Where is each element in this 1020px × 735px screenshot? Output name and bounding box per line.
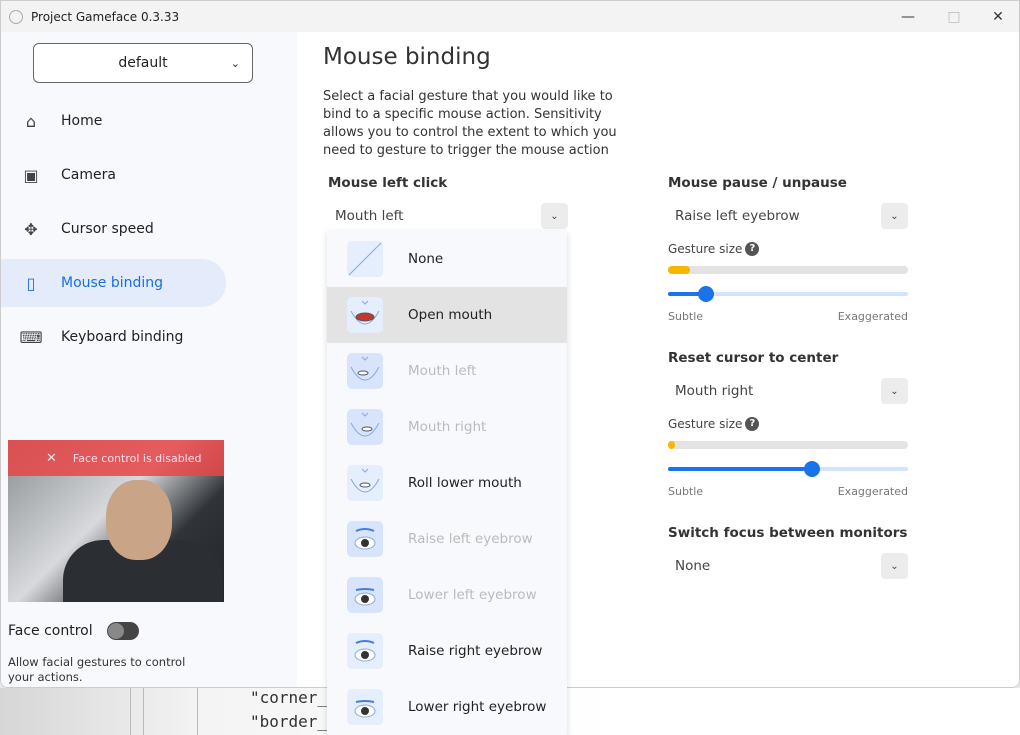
sidebar-item-label: Camera (61, 167, 116, 183)
move-icon: ✥ (24, 219, 38, 239)
gesture-thumbnail-icon (347, 297, 383, 333)
gesture-size-label: Gesture size (668, 417, 743, 431)
min-label: Subtle (668, 310, 704, 323)
select-value: Mouth right (675, 383, 754, 399)
select-value: Raise left eyebrow (675, 208, 800, 224)
option-label: Roll lower mouth (408, 475, 522, 491)
background-code-line: "corner_r (250, 688, 337, 707)
chevron-down-icon: ⌄ (230, 56, 240, 70)
select-value: None (675, 558, 711, 574)
sidebar-item-cursor-speed[interactable]: ✥ Cursor speed (1, 205, 226, 253)
close-icon[interactable]: ✕ (46, 451, 57, 466)
sidebar-item-mouse-binding[interactable]: ▯ Mouse binding (1, 259, 226, 307)
gesture-thumbnail-icon (347, 577, 383, 613)
chevron-down-icon[interactable]: ⌄ (881, 203, 908, 229)
profile-select[interactable]: default ⌄ (33, 43, 253, 83)
dropdown-option: Mouth left (327, 343, 567, 399)
page-description: Select a facial gesture that you would l… (323, 89, 617, 158)
pause-gesture-select[interactable]: Raise left eyebrow ⌄ (668, 202, 908, 230)
camera-preview: ✕ Face control is disabled (8, 440, 224, 602)
window-title: Project Gameface 0.3.33 (31, 9, 180, 24)
max-label: Exaggerated (837, 310, 908, 323)
dropdown-option[interactable]: Open mouth (327, 287, 567, 343)
minimize-button[interactable]: — (885, 1, 931, 32)
left-click-label: Mouse left click (328, 175, 448, 191)
option-label: Lower right eyebrow (408, 699, 547, 715)
face-control-description: Allow facial gestures to control your ac… (8, 655, 186, 684)
face-control-toggle[interactable] (106, 622, 139, 640)
option-label: Mouth right (408, 419, 487, 435)
close-button[interactable]: ✕ (975, 1, 1019, 32)
slider-handle[interactable] (698, 286, 715, 302)
dropdown-option[interactable]: Roll lower mouth (327, 455, 567, 511)
gesture-thumbnail-icon (347, 633, 383, 669)
sidebar-item-label: Cursor speed (61, 221, 154, 237)
background-code-line: "border_w (250, 712, 337, 731)
keyboard-icon: ⌨ (19, 327, 43, 347)
slider-handle[interactable] (804, 461, 820, 477)
option-label: Open mouth (408, 307, 493, 323)
face-control-disabled-banner: ✕ Face control is disabled (8, 440, 224, 476)
gesture-thumbnail-icon (347, 689, 383, 725)
banner-text: Face control is disabled (72, 451, 202, 465)
dropdown-option[interactable]: Raise right eyebrow (327, 623, 567, 679)
dropdown-option[interactable]: None (327, 231, 567, 287)
gesture-thumbnail-icon (347, 521, 383, 557)
sensitivity-slider[interactable] (668, 286, 908, 302)
sidebar-item-keyboard-binding[interactable]: ⌨ Keyboard binding (1, 313, 226, 361)
gesture-thumbnail-icon (347, 241, 383, 277)
binding-label: Switch focus between monitors (668, 525, 908, 541)
sidebar: default ⌄ ⌂ Home ▣ Camera ✥ Cursor speed ▯ Mo… (1, 32, 297, 687)
help-icon[interactable]: ? (745, 417, 760, 431)
gesture-level-bar (668, 266, 908, 274)
title-bar: Project Gameface 0.3.33 — □ ✕ (1, 1, 1019, 32)
reset-gesture-select[interactable]: Mouth right ⌄ (668, 377, 908, 405)
help-icon[interactable]: ? (745, 242, 760, 256)
dropdown-option: Mouth right (327, 399, 567, 455)
sensitivity-slider[interactable] (668, 461, 908, 477)
option-label: Lower left eyebrow (408, 587, 537, 603)
sidebar-item-label: Mouse binding (61, 275, 164, 291)
face-control-label: Face control (8, 623, 93, 639)
sidebar-item-camera[interactable]: ▣ Camera (1, 151, 226, 199)
app-logo-icon (9, 9, 23, 24)
gesture-thumbnail-icon (347, 353, 383, 389)
gesture-level-bar (668, 441, 908, 449)
binding-label: Reset cursor to center (668, 350, 839, 366)
page-title: Mouse binding (323, 44, 491, 70)
dropdown-option: Lower left eyebrow (327, 567, 567, 623)
sidebar-item-label: Keyboard binding (61, 329, 184, 345)
left-click-select[interactable]: Mouth left ⌄ (328, 202, 568, 230)
home-icon: ⌂ (25, 111, 37, 131)
maximize-button[interactable]: □ (931, 1, 977, 32)
gesture-thumbnail-icon (347, 465, 383, 501)
binding-label: Mouse pause / unpause (668, 175, 847, 191)
select-value: Mouth left (335, 208, 404, 224)
chevron-down-icon[interactable]: ⌄ (881, 553, 908, 579)
option-label: Raise left eyebrow (408, 531, 533, 547)
switch-monitor-select[interactable]: None ⌄ (668, 552, 908, 580)
gesture-dropdown-menu: None Open mouth Mouth left Mouth right Roll … (327, 231, 567, 735)
option-label: None (408, 251, 444, 267)
gesture-size-label: Gesture size (668, 242, 743, 256)
sidebar-item-home[interactable]: ⌂ Home (1, 97, 226, 145)
max-label: Exaggerated (837, 485, 908, 498)
option-label: Mouth left (408, 363, 477, 379)
option-label: Raise right eyebrow (408, 643, 543, 659)
gesture-thumbnail-icon (347, 409, 383, 445)
chevron-down-icon[interactable]: ⌄ (881, 378, 908, 404)
profile-value: default (118, 55, 168, 71)
mouse-icon: ▯ (26, 273, 36, 293)
dropdown-option[interactable]: Lower right eyebrow (327, 679, 567, 735)
camera-icon: ▣ (23, 165, 39, 185)
chevron-down-icon[interactable]: ⌄ (541, 203, 568, 229)
min-label: Subtle (668, 485, 704, 498)
sidebar-item-label: Home (61, 113, 103, 129)
dropdown-option: Raise left eyebrow (327, 511, 567, 567)
